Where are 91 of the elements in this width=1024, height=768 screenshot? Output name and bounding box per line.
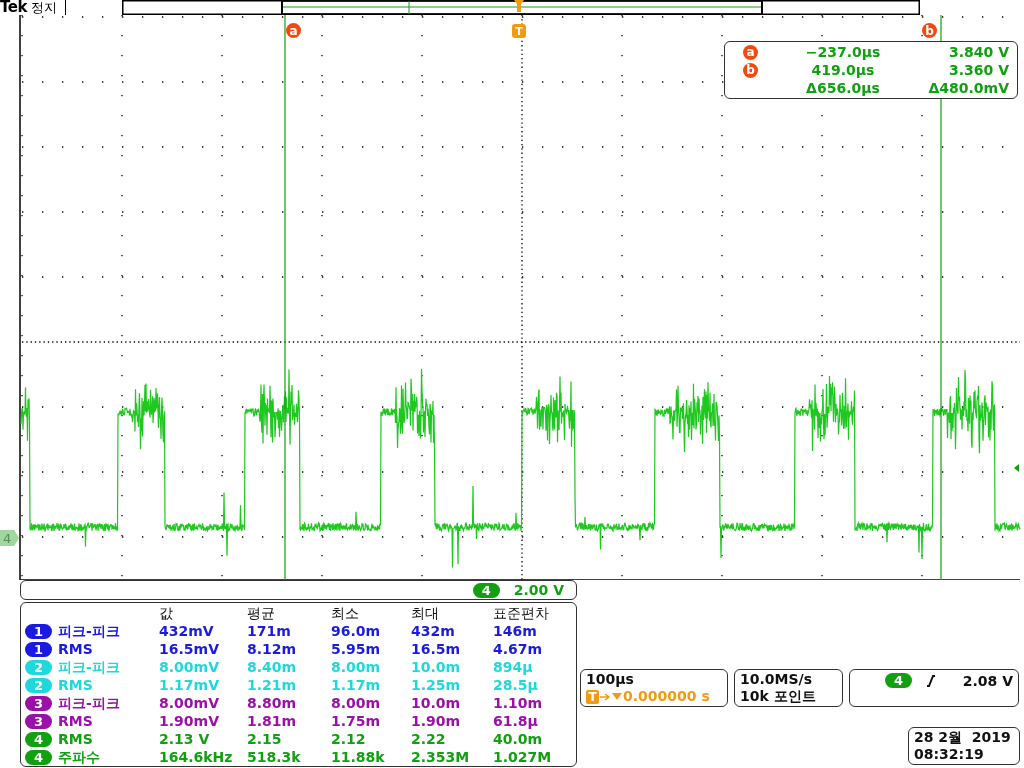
measurement-name: RMS	[58, 730, 93, 748]
measurement-name: 주파수	[58, 748, 100, 766]
measurement-name: RMS	[58, 712, 93, 730]
table-cell-text: 1.81m	[247, 712, 298, 730]
table-cell-text: 28.5µ	[493, 676, 539, 694]
table-cell-text: 61.8µ	[493, 712, 539, 730]
table-cell-text: 40.0m	[493, 730, 544, 748]
date: 28 2월 2019	[914, 729, 1012, 746]
measurement-name: 피크-피크	[58, 694, 120, 712]
time: 08:32:19	[914, 746, 985, 763]
table-cell-text: 2.12	[331, 730, 367, 748]
channel-badge: 2	[25, 659, 52, 675]
channel-badge: 4	[25, 731, 52, 747]
table-cell-text: 4.67m	[493, 640, 544, 658]
table-cell-text: 8.00mV	[159, 658, 220, 676]
channel-badge: 4	[25, 749, 52, 765]
channel-badge: 3	[25, 713, 52, 729]
channel-badge: 2	[25, 677, 52, 693]
table-cell-text: 1.75m	[331, 712, 382, 730]
triangle-down-icon	[612, 693, 622, 700]
table-cell-text: 894µ	[493, 658, 534, 676]
table-cell-text: 1.027M	[493, 748, 553, 766]
cursor-time: −237.0µs	[805, 43, 881, 61]
brand-logo: Tek	[0, 0, 27, 15]
measurement-name: 피크-피크	[58, 622, 120, 640]
delta-voltage: Δ480.0mV	[928, 79, 1009, 97]
arrow-right-icon	[600, 692, 611, 701]
cursor-label: a	[743, 44, 758, 60]
table-cell-text: 96.0m	[331, 622, 382, 640]
cursor-marker[interactable]: b	[922, 23, 937, 38]
trigger-badge: T	[586, 689, 599, 704]
channel-badge: 4	[472, 582, 500, 598]
table-cell-text: 1.25m	[411, 676, 462, 694]
table-cell-text: 1.17mV	[159, 676, 220, 694]
table-cell-text: 8.00mV	[159, 694, 220, 712]
table-cell-text: 8.80m	[247, 694, 298, 712]
channel-badge: 4	[885, 673, 912, 688]
trigger-position-icon	[514, 0, 524, 12]
table-cell-text: 2.22	[411, 730, 447, 748]
channel-badge: 1	[25, 623, 52, 639]
channel-badge: 1	[25, 641, 52, 657]
table-cell-text: 2.15	[247, 730, 283, 748]
table-cell-text: 432mV	[159, 622, 215, 640]
cursor-voltage: 3.360 V	[949, 61, 1009, 79]
channel-marker[interactable]: 4	[0, 530, 19, 546]
table-cell-text: 5.95m	[331, 640, 382, 658]
cursor-time: 419.0µs	[811, 61, 875, 79]
cursor-voltage: 3.840 V	[949, 43, 1009, 61]
measurement-name: RMS	[58, 640, 93, 658]
table-cell-text: 518.3k	[247, 748, 302, 766]
column-header: 값	[159, 604, 174, 622]
table-cell-text: 146m	[493, 622, 538, 640]
trigger-level: 2.08 V	[962, 672, 1013, 689]
measurement-name: RMS	[58, 676, 93, 694]
delta-time: Δ656.0µs	[806, 79, 880, 97]
trigger-offset: 0.000000 s	[623, 688, 710, 705]
table-cell-text: 1.90m	[411, 712, 462, 730]
table-cell-text: 171m	[247, 622, 292, 640]
column-header: 평균	[247, 604, 276, 622]
table-cell-text: 432m	[411, 622, 456, 640]
table-cell-text: 2.13 V	[159, 730, 211, 748]
sample-rate: 10.0MS/s	[740, 671, 813, 688]
cursor-marker[interactable]: a	[286, 23, 301, 38]
column-header: 최대	[411, 604, 440, 622]
table-cell-text: 16.5mV	[159, 640, 220, 658]
cursor-label: b	[743, 62, 758, 78]
run-status: 정지	[30, 0, 57, 15]
table-cell-text: 11.88k	[331, 748, 386, 766]
vertical-scale: 2.00 V	[513, 582, 564, 598]
trigger-marker[interactable]: T	[512, 24, 526, 38]
table-cell-text: 1.17m	[331, 676, 382, 694]
table-cell-text: 1.21m	[247, 676, 298, 694]
record-length: 10k 포인트	[740, 688, 817, 705]
measurement-name: 피크-피크	[58, 658, 120, 676]
table-cell-text: 1.10m	[493, 694, 544, 712]
table-cell-text: 8.12m	[247, 640, 298, 658]
table-cell-text: 16.5m	[411, 640, 462, 658]
table-cell-text: 8.40m	[247, 658, 298, 676]
trigger-level-icon	[1014, 464, 1019, 472]
table-cell-text: 8.00m	[331, 694, 382, 712]
table-cell-text: 10.0m	[411, 694, 462, 712]
time-scale: 100µs	[586, 671, 635, 688]
column-header: 표준편차	[493, 604, 550, 622]
rising-edge-icon	[926, 674, 936, 687]
table-cell-text: 8.00m	[331, 658, 382, 676]
table-cell-text: 1.90mV	[159, 712, 220, 730]
table-cell-text: 164.6kHz	[159, 748, 234, 766]
channel-badge: 3	[25, 695, 52, 711]
table-cell-text: 10.0m	[411, 658, 462, 676]
column-header: 최소	[331, 604, 360, 622]
table-cell-text: 2.353M	[411, 748, 471, 766]
